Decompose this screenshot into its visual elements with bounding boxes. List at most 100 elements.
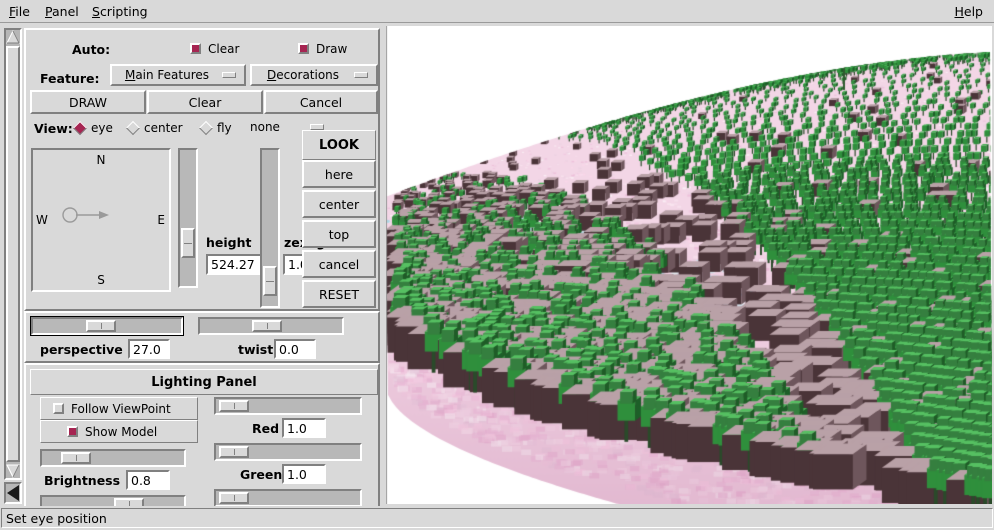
green-slider[interactable] bbox=[214, 443, 362, 461]
checkbox-indicator-icon bbox=[298, 43, 309, 54]
view-radio-eye[interactable]: eye bbox=[72, 118, 113, 138]
eye-position-puck[interactable]: N S E W bbox=[31, 148, 171, 292]
brightness-label: Brightness bbox=[44, 472, 121, 488]
view-radio-fly[interactable]: fly bbox=[198, 118, 232, 138]
show-model-checkbox[interactable]: Show Model bbox=[40, 420, 198, 443]
brightness-slider[interactable] bbox=[40, 449, 186, 467]
auto-clear-label: Clear bbox=[208, 41, 240, 56]
brightness-value-field[interactable]: 0.8 bbox=[126, 470, 170, 490]
menu-panel-label: anel bbox=[51, 4, 79, 19]
terrain-visualization[interactable] bbox=[386, 26, 992, 504]
radio-indicator-icon bbox=[72, 120, 88, 136]
compass-east-label: E bbox=[157, 213, 165, 227]
lighting-panel-frame: Lighting Panel Follow ViewPoint Show Mod… bbox=[24, 363, 380, 506]
panel-vertical-scrollbar[interactable] bbox=[4, 28, 22, 480]
decorations-option-menu[interactable]: Decorations bbox=[250, 64, 378, 86]
panel-horizontal-scrollbar[interactable] bbox=[4, 482, 22, 506]
zexag-slider[interactable] bbox=[260, 148, 280, 308]
cancel-button[interactable]: Cancel bbox=[264, 90, 378, 114]
auto-label: Auto: bbox=[72, 41, 111, 57]
draw-button[interactable]: DRAW bbox=[30, 90, 146, 114]
menu-file-label: ile bbox=[15, 4, 30, 19]
decorations-label: ecorations bbox=[276, 68, 340, 82]
twist-label: twist bbox=[238, 341, 274, 357]
perspective-slider[interactable] bbox=[31, 317, 183, 335]
compass-south-label: S bbox=[97, 273, 105, 287]
radio-indicator-icon bbox=[125, 120, 141, 136]
status-bar: Set eye position bbox=[0, 507, 994, 530]
lighting-panel-title: Lighting Panel bbox=[30, 369, 378, 395]
workspace: Auto: Clear Draw Feature: Main Features … bbox=[0, 24, 994, 506]
perspective-value-field[interactable]: 27.0 bbox=[128, 339, 170, 359]
menu-help-label: elp bbox=[963, 4, 983, 19]
look-top-button[interactable]: top bbox=[302, 220, 376, 248]
look-cancel-button[interactable]: cancel bbox=[302, 250, 376, 278]
menu-scripting-label: cripting bbox=[99, 4, 148, 19]
show-model-label: Show Model bbox=[85, 424, 158, 439]
slider-thumb[interactable] bbox=[219, 400, 249, 412]
menu-panel[interactable]: Panel bbox=[38, 2, 86, 21]
option-menu-indicator-icon bbox=[310, 123, 324, 130]
control-panel-scroll-area: Auto: Clear Draw Feature: Main Features … bbox=[24, 28, 380, 506]
slider-thumb[interactable] bbox=[263, 266, 277, 296]
view-radio-center[interactable]: center bbox=[125, 118, 183, 138]
follow-viewpoint-checkbox[interactable]: Follow ViewPoint bbox=[40, 397, 198, 420]
main-panel-frame: Auto: Clear Draw Feature: Main Features … bbox=[24, 28, 380, 311]
clear-button[interactable]: Clear bbox=[147, 90, 263, 114]
twist-slider[interactable] bbox=[198, 317, 344, 335]
compass-north-label: N bbox=[96, 153, 106, 167]
scroll-left-arrow-icon[interactable] bbox=[6, 484, 20, 505]
menu-scripting[interactable]: Scripting bbox=[85, 2, 155, 21]
look-reset-button[interactable]: RESET bbox=[302, 280, 376, 308]
height-slider[interactable] bbox=[178, 148, 198, 288]
eye-direction-arrow-icon bbox=[62, 207, 109, 223]
view-label: View: bbox=[34, 120, 73, 136]
ambient-slider[interactable] bbox=[40, 495, 186, 506]
fly-speed-label: none bbox=[250, 119, 280, 134]
height-value-field[interactable]: 524.27 bbox=[206, 254, 264, 275]
auto-draw-label: Draw bbox=[316, 41, 348, 56]
checkbox-indicator-icon bbox=[53, 403, 64, 414]
option-menu-indicator-icon bbox=[222, 72, 236, 78]
auto-draw-checkbox[interactable]: Draw bbox=[288, 39, 378, 58]
perspective-twist-frame: perspective 27.0 twist 0.0 bbox=[24, 311, 380, 363]
green-value-field[interactable]: 1.0 bbox=[282, 464, 326, 484]
slider-thumb[interactable] bbox=[61, 452, 91, 464]
slider-thumb[interactable] bbox=[114, 498, 144, 506]
look-center-button[interactable]: center bbox=[302, 190, 376, 218]
view-radio-eye-label: eye bbox=[91, 121, 113, 135]
feature-label: Feature: bbox=[40, 70, 100, 86]
3d-render-canvas[interactable] bbox=[386, 26, 992, 504]
compass-west-label: W bbox=[36, 213, 48, 227]
look-here-button[interactable]: here bbox=[302, 160, 376, 188]
slider-thumb[interactable] bbox=[181, 228, 195, 258]
checkbox-indicator-icon bbox=[67, 426, 78, 437]
nviz-application-window: File Panel Scripting Help Auto: Clear Dr… bbox=[0, 0, 994, 530]
red-value-field[interactable]: 1.0 bbox=[282, 418, 326, 438]
menu-bar: File Panel Scripting Help bbox=[0, 0, 994, 23]
scrollbar-thumb[interactable] bbox=[6, 46, 20, 462]
look-title: LOOK bbox=[302, 130, 376, 160]
menu-help[interactable]: Help bbox=[947, 2, 990, 21]
view-radio-center-label: center bbox=[144, 121, 183, 135]
red-slider[interactable] bbox=[214, 397, 362, 415]
auto-clear-checkbox[interactable]: Clear bbox=[162, 39, 288, 58]
red-label: Red bbox=[252, 420, 280, 436]
option-menu-indicator-icon bbox=[354, 72, 368, 78]
slider-thumb[interactable] bbox=[86, 320, 116, 332]
scroll-down-arrow-icon[interactable] bbox=[6, 464, 20, 479]
main-features-label: ain Features bbox=[135, 68, 210, 82]
radio-indicator-icon bbox=[198, 120, 214, 136]
slider-thumb[interactable] bbox=[219, 492, 249, 504]
follow-viewpoint-label: Follow ViewPoint bbox=[71, 401, 171, 416]
slider-thumb[interactable] bbox=[219, 446, 249, 458]
menu-file[interactable]: File bbox=[2, 2, 37, 21]
scroll-up-arrow-icon[interactable] bbox=[6, 29, 20, 44]
twist-value-field[interactable]: 0.0 bbox=[274, 339, 316, 359]
perspective-slider-focus-ring bbox=[30, 316, 184, 336]
slider-thumb[interactable] bbox=[252, 320, 282, 332]
blue-slider[interactable] bbox=[214, 489, 362, 506]
green-label: Green bbox=[240, 466, 283, 482]
status-message: Set eye position bbox=[1, 508, 993, 528]
main-features-option-menu[interactable]: Main Features bbox=[110, 64, 246, 86]
